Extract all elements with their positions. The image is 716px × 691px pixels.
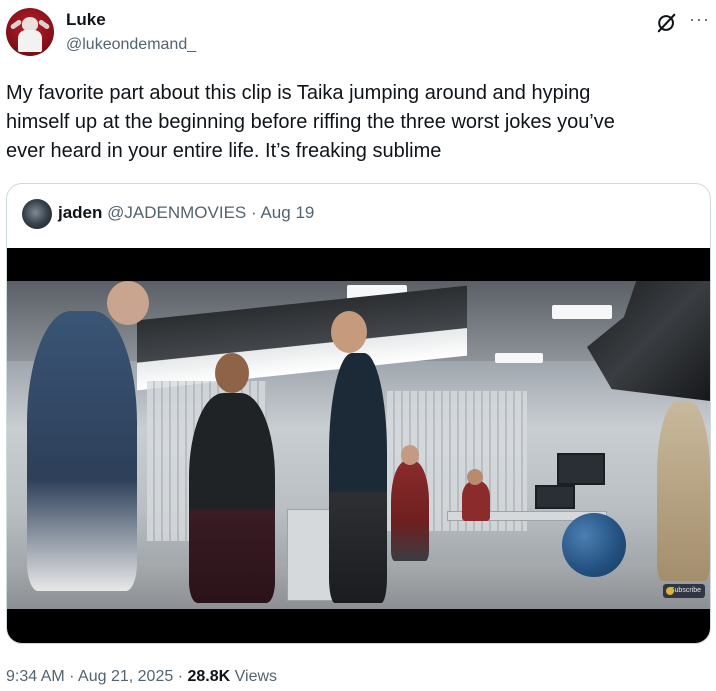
tweet-date[interactable]: Aug 21, 2025 (78, 668, 173, 685)
meta-separator: · (69, 668, 75, 685)
scene-person-head (215, 353, 249, 393)
views-count: 28.8K (187, 668, 231, 685)
quoted-tweet-card[interactable]: jaden @JADENMOVIES · Aug 19 Subscribe (6, 183, 711, 644)
quoted-video[interactable]: Subscribe (7, 248, 710, 643)
meta-separator: · (177, 668, 184, 685)
quoted-author-handle[interactable]: @JADENMOVIES (107, 203, 246, 222)
tweet-text: My favorite part about this clip is Taik… (6, 82, 615, 162)
scene-ceiling-light (495, 353, 543, 363)
scene-person-head (467, 469, 483, 485)
scene-ceiling-light (552, 305, 612, 319)
quoted-separator: · (251, 203, 257, 222)
scene-person (657, 401, 710, 581)
grok-icon[interactable] (656, 12, 678, 34)
avatar-figure-head (22, 17, 38, 31)
scene-person (27, 311, 137, 591)
quoted-author-name[interactable]: jaden (58, 203, 102, 222)
scene-person (329, 353, 387, 603)
avatar-figure-arm (37, 19, 51, 30)
scene-person-head (401, 445, 419, 465)
subscribe-badge: Subscribe (663, 584, 705, 598)
scene-exercise-ball (562, 513, 626, 577)
scene-person (391, 461, 429, 561)
tweet-time[interactable]: 9:34 AM (6, 668, 65, 685)
author-display-name[interactable]: Luke (66, 10, 106, 30)
scene-person (189, 393, 275, 603)
author-handle[interactable]: @lukeondemand_ (66, 36, 196, 54)
scene-person (462, 481, 490, 521)
author-avatar[interactable] (6, 8, 54, 56)
avatar-figure-body (18, 30, 42, 52)
quoted-author-avatar[interactable] (22, 199, 52, 229)
views-label: Views (234, 668, 278, 685)
scene-monitor (557, 453, 605, 485)
scene-monitor (535, 485, 575, 509)
scene-person-head (107, 281, 149, 325)
more-options-icon[interactable]: ··· (689, 10, 710, 28)
quoted-date[interactable]: Aug 19 (260, 203, 314, 222)
avatar-figure-arm (9, 19, 23, 30)
scene-person-head (331, 311, 367, 353)
tweet-meta: 9:34 AM · Aug 21, 2025 · 28.8K Views (6, 668, 277, 686)
quoted-tweet-header: jaden @JADENMOVIES · Aug 19 (58, 203, 314, 223)
video-still: Subscribe (7, 281, 710, 609)
